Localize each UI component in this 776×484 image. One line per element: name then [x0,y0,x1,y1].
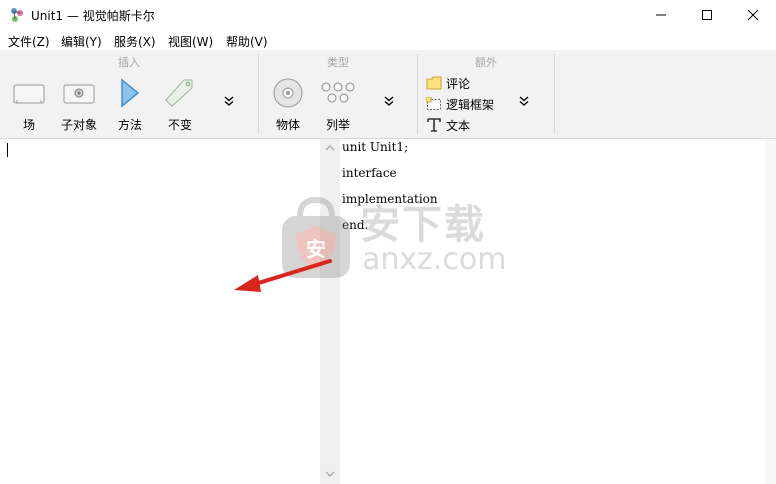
logic-frame-label: 逻辑框架 [446,97,495,112]
group-title-type: 类型 [327,56,349,69]
maximize-icon [702,10,712,20]
menu-services[interactable]: 服务(X) [114,33,156,50]
group-separator [554,54,555,134]
watermark-en-text: anxz.com [362,242,507,277]
method-button[interactable]: 方法 [110,116,150,133]
method-icon [121,78,140,108]
text-button[interactable]: 文本 [426,116,470,134]
type-more-chevron-icon[interactable] [384,96,394,106]
object-button[interactable]: 物体 [268,116,308,133]
window-title: Unit1 — 视觉帕斯卡尔 [31,9,155,23]
field-button[interactable]: 场 [10,116,48,133]
ribbon: 插入 场 子对象 方法 不变 类型 物体 列举 额外 评论 逻辑框架 文本 [0,50,776,139]
logic-frame-button[interactable]: 逻辑框架 [426,95,494,113]
extra-more-chevron-icon[interactable] [519,96,529,106]
folder-note-icon [426,76,442,90]
text-label: 文本 [446,118,471,133]
minimize-button[interactable] [638,0,684,30]
close-button[interactable] [730,0,776,30]
red-arrow-annotation [234,259,332,292]
app-icon [11,8,23,22]
subobject-button[interactable]: 子对象 [56,116,102,133]
minimize-icon [656,14,666,16]
insert-more-chevron-icon[interactable] [224,96,234,106]
scroll-down-icon[interactable] [325,470,335,478]
object-icon [273,78,303,108]
text-T-icon [427,118,441,132]
code-line: unit Unit1; [342,140,409,154]
comment-button[interactable]: 评论 [426,74,470,92]
enumeration-button[interactable]: 列举 [318,116,358,133]
menu-help[interactable]: 帮助(V) [226,33,268,50]
invariant-icon [165,79,193,107]
menu-file[interactable]: 文件(Z) [8,33,50,50]
invariant-button[interactable]: 不变 [160,116,200,133]
menu-bar: 文件(Z) 编辑(Y) 服务(X) 视图(W) 帮助(V) [0,30,776,50]
comment-label: 评论 [446,76,471,91]
group-title-insert: 插入 [118,56,140,69]
title-bar: Unit1 — 视觉帕斯卡尔 [0,0,776,30]
scroll-up-icon[interactable] [325,144,335,152]
maximize-button[interactable] [684,0,730,30]
subobject-icon [63,84,95,104]
field-icon [13,84,45,104]
enumeration-icon [321,82,355,103]
logic-frame-icon [426,97,441,110]
text-caret [7,143,8,157]
left-editor-pane[interactable] [0,139,320,484]
right-pane-scrollbar[interactable] [765,139,776,484]
menu-view[interactable]: 视图(W) [168,33,213,50]
close-icon [747,9,759,21]
menu-edit[interactable]: 编辑(Y) [61,33,102,50]
code-line: interface [342,166,397,180]
group-title-extra: 额外 [475,56,497,69]
